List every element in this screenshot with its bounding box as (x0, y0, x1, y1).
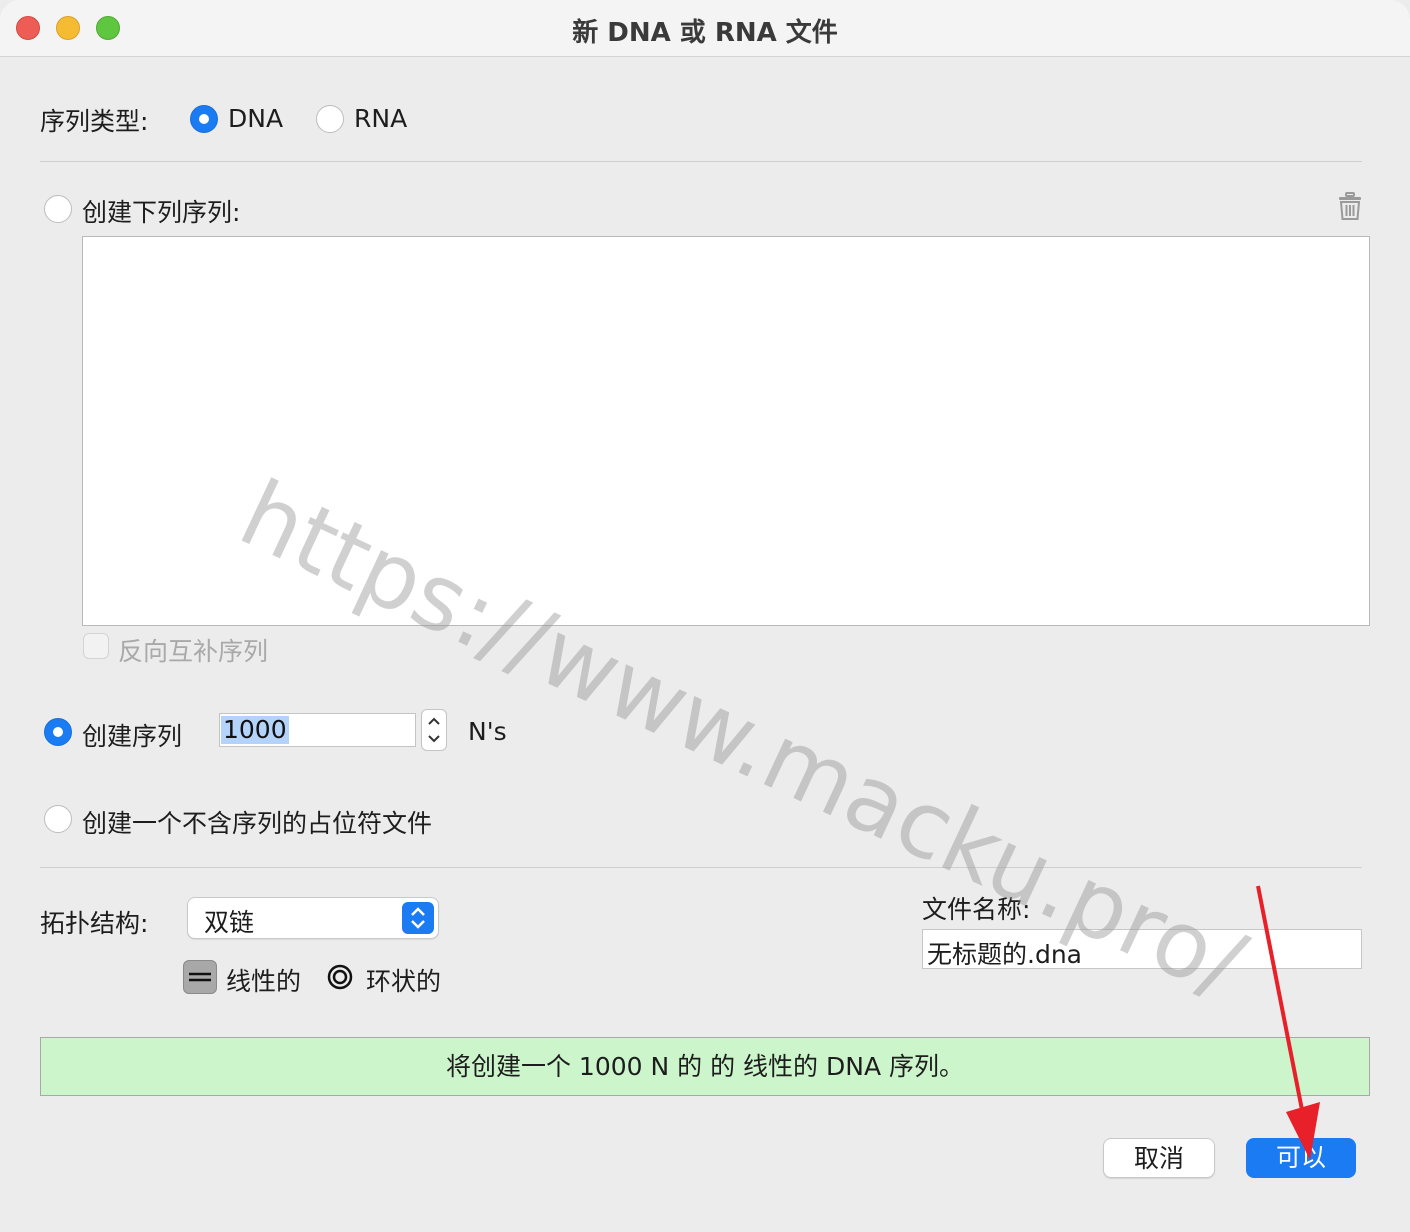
radio-create-following[interactable] (44, 195, 72, 223)
topology-label: 拓扑结构: (40, 909, 149, 938)
length-stepper[interactable] (421, 709, 447, 751)
radio-create-n[interactable] (44, 718, 72, 746)
divider (40, 867, 1362, 868)
reverse-complement-checkbox[interactable] (83, 633, 109, 659)
strand-popup[interactable]: 双链 (187, 897, 439, 939)
length-input-value[interactable]: 1000 (221, 716, 289, 744)
divider (40, 161, 1362, 162)
create-following-label[interactable]: 创建下列序列: (82, 193, 240, 229)
length-unit-label: N's (468, 717, 507, 746)
sequence-type-label: 序列类型: (40, 107, 149, 136)
annotation-arrow-icon (1256, 885, 1320, 1160)
popup-arrows (402, 902, 434, 934)
stepper-arrows-icon[interactable] (422, 710, 446, 750)
create-n-label[interactable]: 创建序列 (82, 717, 182, 753)
trash-icon[interactable] (1338, 192, 1362, 220)
dialog-window: 新 DNA 或 RNA 文件 序列类型: DNA RNA 创建下列序列: 反向互… (0, 0, 1410, 1232)
radio-dna[interactable] (190, 105, 218, 133)
chevron-up-down-icon (411, 907, 425, 929)
status-message: 将创建一个 1000 N 的 的 线性的 DNA 序列。 (40, 1037, 1370, 1096)
linear-icon (189, 972, 211, 982)
strand-popup-value: 双链 (204, 908, 255, 937)
radio-create-placeholder[interactable] (44, 805, 72, 833)
radio-dna-label[interactable]: DNA (228, 104, 283, 133)
title-bar: 新 DNA 或 RNA 文件 (0, 0, 1410, 57)
radio-rna-label[interactable]: RNA (354, 104, 407, 133)
circular-icon[interactable] (327, 964, 353, 990)
reverse-complement-label: 反向互补序列 (118, 637, 269, 666)
circular-label[interactable]: 环状的 (366, 962, 441, 998)
linear-toggle[interactable] (183, 960, 217, 994)
linear-label[interactable]: 线性的 (226, 962, 301, 998)
cancel-button[interactable]: 取消 (1103, 1138, 1215, 1178)
window-title: 新 DNA 或 RNA 文件 (572, 18, 838, 48)
create-placeholder-label[interactable]: 创建一个不含序列的占位符文件 (82, 804, 432, 840)
radio-rna[interactable] (316, 105, 344, 133)
